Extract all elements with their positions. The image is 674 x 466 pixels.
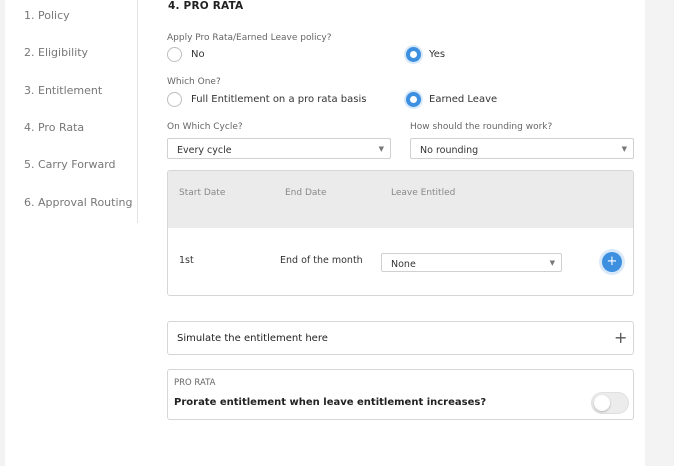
sidebar-item-eligibility[interactable]: 2. Eligibility: [24, 46, 88, 59]
caret-down-icon: ▼: [621, 145, 627, 153]
simulate-panel[interactable]: Simulate the entitlement here +: [167, 321, 634, 355]
row-start-date: 1st: [179, 255, 194, 266]
section-title: 4. PRO RATA: [168, 0, 244, 12]
caret-down-icon: ▼: [378, 145, 384, 153]
rounding-label: How should the rounding work?: [410, 122, 553, 132]
radio-no[interactable]: [167, 47, 182, 62]
row-end-date: End of the month: [280, 255, 363, 266]
which-one-label: Which One?: [167, 77, 221, 87]
prorate-panel: PRO RATA Prorate entitlement when leave …: [167, 369, 634, 420]
cycle-select[interactable]: Every cycle ▼: [167, 138, 391, 159]
plus-icon[interactable]: +: [614, 330, 627, 346]
header-leave-entitled: Leave Entitled: [391, 188, 456, 198]
apply-policy-label: Apply Pro Rata/Earned Leave policy?: [167, 33, 332, 43]
sidebar-item-carry-forward[interactable]: 5. Carry Forward: [24, 158, 116, 171]
radio-earned-leave[interactable]: [406, 92, 421, 107]
rounding-select[interactable]: No rounding ▼: [410, 138, 634, 159]
simulate-title: Simulate the entitlement here: [177, 333, 328, 344]
radio-no-label[interactable]: No: [191, 49, 205, 60]
header-end-date: End Date: [285, 188, 327, 198]
radio-full-entitlement-label[interactable]: Full Entitlement on a pro rata basis: [191, 94, 366, 105]
rounding-select-value: No rounding: [420, 145, 479, 156]
leave-entitled-value: None: [391, 259, 416, 270]
cycle-label: On Which Cycle?: [167, 122, 243, 132]
sidebar-nav: 1. Policy 2. Eligibility 3. Entitlement …: [5, 0, 138, 223]
add-row-button[interactable]: +: [602, 252, 622, 272]
sidebar-item-entitlement[interactable]: 3. Entitlement: [24, 84, 102, 97]
table-row: 1st End of the month None ▼ +: [168, 228, 633, 295]
table-header: Start Date End Date Leave Entitled: [168, 171, 633, 228]
sidebar-item-pro-rata[interactable]: 4. Pro Rata: [24, 121, 84, 134]
radio-yes[interactable]: [406, 47, 421, 62]
prorate-caption: PRO RATA: [174, 378, 216, 388]
radio-yes-label[interactable]: Yes: [429, 49, 445, 60]
leave-entitled-select[interactable]: None ▼: [381, 253, 562, 272]
prorate-toggle[interactable]: [591, 392, 629, 414]
radio-full-entitlement[interactable]: [167, 92, 182, 107]
sidebar-item-approval-routing[interactable]: 6. Approval Routing: [24, 196, 132, 209]
sidebar-item-policy[interactable]: 1. Policy: [24, 9, 70, 22]
plus-circle-icon: +: [606, 254, 618, 269]
entitlement-table: Start Date End Date Leave Entitled 1st E…: [167, 170, 634, 296]
prorate-question: Prorate entitlement when leave entitleme…: [174, 397, 487, 408]
radio-earned-leave-label[interactable]: Earned Leave: [429, 94, 497, 105]
toggle-knob: [594, 395, 610, 411]
cycle-select-value: Every cycle: [177, 145, 232, 156]
caret-down-icon: ▼: [549, 259, 555, 267]
header-start-date: Start Date: [179, 188, 226, 198]
